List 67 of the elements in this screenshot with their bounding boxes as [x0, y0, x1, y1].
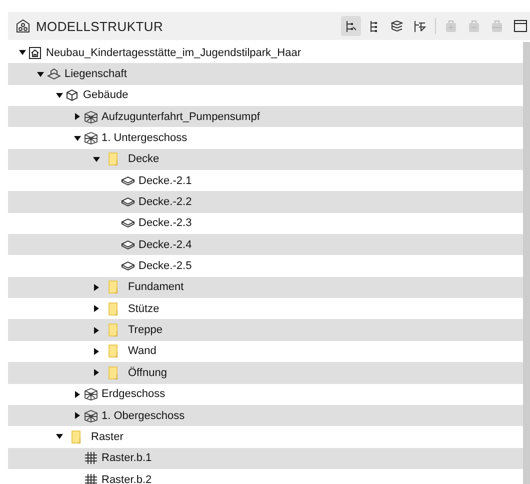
- storey-icon: [84, 110, 98, 124]
- expanded-arrow-icon[interactable]: [37, 70, 44, 78]
- tree-item[interactable]: Raster: [91, 430, 124, 443]
- storey-icon: [84, 408, 98, 423]
- bag-plus-icon: [444, 18, 458, 34]
- tree-item[interactable]: Decke: [128, 153, 160, 166]
- tree-item[interactable]: Neubau_Kindertagesstätte_im_Jugendstilpark_Haar: [46, 46, 301, 59]
- tree-item[interactable]: Raster.b.2: [102, 474, 152, 484]
- collapsed-arrow-icon[interactable]: [74, 390, 81, 398]
- site-icon: [46, 67, 60, 82]
- slab-icon: [120, 174, 134, 188]
- collapsed-arrow-icon[interactable]: [92, 284, 100, 291]
- tree-button[interactable]: [341, 16, 361, 36]
- folder-icon: [108, 280, 118, 294]
- tree-item[interactable]: Liegenschaft: [64, 68, 127, 80]
- slab-icon: [120, 195, 134, 210]
- collapsed-arrow-icon[interactable]: [92, 305, 100, 312]
- expanded-arrow-icon[interactable]: [56, 433, 62, 440]
- slab-icon: [120, 216, 134, 230]
- collapsed-arrow-icon[interactable]: [74, 113, 81, 120]
- storey-icon: [84, 131, 98, 146]
- project-icon: [28, 46, 42, 60]
- folder-icon: [108, 302, 118, 316]
- tree-view-icon: [344, 18, 358, 34]
- tree-item[interactable]: Raster.b.1: [102, 452, 152, 464]
- expanded-arrow-icon[interactable]: [56, 92, 62, 99]
- collapsed-arrow-icon[interactable]: [74, 412, 81, 420]
- cube-icon: [65, 88, 79, 102]
- collapsed-arrow-icon[interactable]: [92, 326, 100, 334]
- collapsed-arrow-icon[interactable]: [92, 369, 100, 376]
- tree-item[interactable]: Decke.-2.5: [138, 260, 192, 272]
- bag-minus-icon: [466, 18, 482, 34]
- branch-icon: [412, 18, 428, 34]
- folder-icon: [71, 430, 81, 444]
- folder-icon: [108, 344, 118, 358]
- folder-icon: [108, 152, 118, 166]
- window-icon: [512, 18, 528, 34]
- grid-icon: [84, 451, 98, 466]
- tree-item[interactable]: Stütze: [128, 302, 160, 315]
- model-structure-icon: [15, 18, 31, 34]
- tree-item[interactable]: Fundament: [128, 281, 184, 294]
- tree-item[interactable]: Decke.-2.3: [138, 217, 192, 230]
- slab-icon: [120, 238, 134, 252]
- folder-icon: [108, 323, 118, 338]
- tree-item[interactable]: Decke.-2.1: [138, 174, 192, 187]
- tree-item[interactable]: Treppe: [128, 324, 162, 336]
- folder-icon: [108, 366, 118, 380]
- slab-icon: [120, 259, 134, 274]
- expanded-arrow-icon[interactable]: [18, 49, 26, 56]
- bag-icon: [490, 18, 504, 34]
- tree-item[interactable]: Gebäude: [83, 89, 128, 102]
- tree-item[interactable]: Aufzugunterfahrt_Pumpensumpf: [102, 110, 260, 123]
- grid-icon: [84, 472, 98, 484]
- panel-title: MODELLSTRUKTUR: [36, 18, 164, 34]
- tree-item[interactable]: Decke.-2.2: [138, 196, 192, 208]
- tree-item[interactable]: Decke.-2.4: [138, 238, 192, 251]
- tree-item[interactable]: 1. Obergeschoss: [102, 410, 185, 422]
- storey-icon: [84, 387, 98, 402]
- expanded-arrow-icon[interactable]: [92, 156, 100, 163]
- collapsed-arrow-icon[interactable]: [92, 348, 100, 355]
- layers-icon: [390, 18, 404, 34]
- tree-item[interactable]: Erdgeschoss: [102, 388, 166, 400]
- tree-item[interactable]: Öffnung: [128, 366, 167, 379]
- expanded-arrow-icon[interactable]: [74, 134, 81, 142]
- tree-item[interactable]: 1. Untergeschoss: [102, 132, 188, 144]
- tree-item[interactable]: Wand: [128, 345, 156, 358]
- scrollbar[interactable]: [523, 42, 530, 484]
